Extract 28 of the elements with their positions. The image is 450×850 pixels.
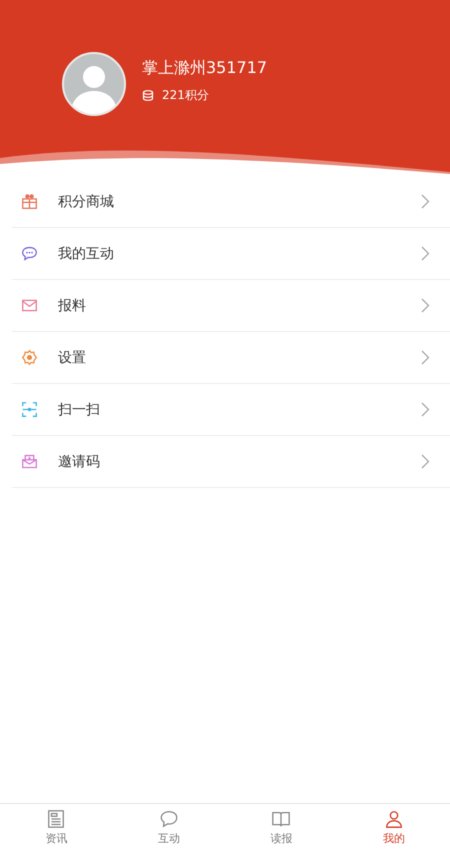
settings-icon [21, 349, 38, 366]
scan-icon [21, 401, 38, 418]
tab[interactable]: 资讯 [0, 804, 112, 850]
coins-icon [142, 90, 154, 102]
chevron-icon [421, 402, 430, 417]
tab[interactable]: 互动 [112, 804, 225, 850]
chevron-icon [421, 298, 430, 313]
chat-bubble-icon [158, 808, 179, 828]
person-icon [384, 808, 404, 828]
tab[interactable]: 读报 [225, 804, 338, 850]
newspaper-icon [46, 808, 66, 828]
menu-item[interactable]: 邀请码 [12, 436, 450, 488]
chat-bubble-icon [21, 245, 38, 262]
chevron-icon [421, 246, 430, 261]
user-name: 掌上滁州351717 [142, 58, 268, 79]
menu-item[interactable]: 报料 [12, 280, 450, 332]
chevron-icon [421, 194, 430, 209]
invitation-icon [21, 453, 38, 470]
chevron-icon [421, 350, 430, 365]
menu-item[interactable]: 积分商城 [12, 176, 450, 228]
menu-item[interactable]: 扫一扫 [12, 384, 450, 436]
gift-icon [21, 193, 38, 210]
envelope-icon [21, 297, 38, 314]
menu-item[interactable]: 我的互动 [12, 228, 450, 280]
tab[interactable]: 我的 [338, 804, 450, 850]
menu-item[interactable]: 设置 [12, 332, 450, 384]
chevron-icon [421, 454, 430, 469]
points-text: 221积分 [162, 87, 209, 104]
